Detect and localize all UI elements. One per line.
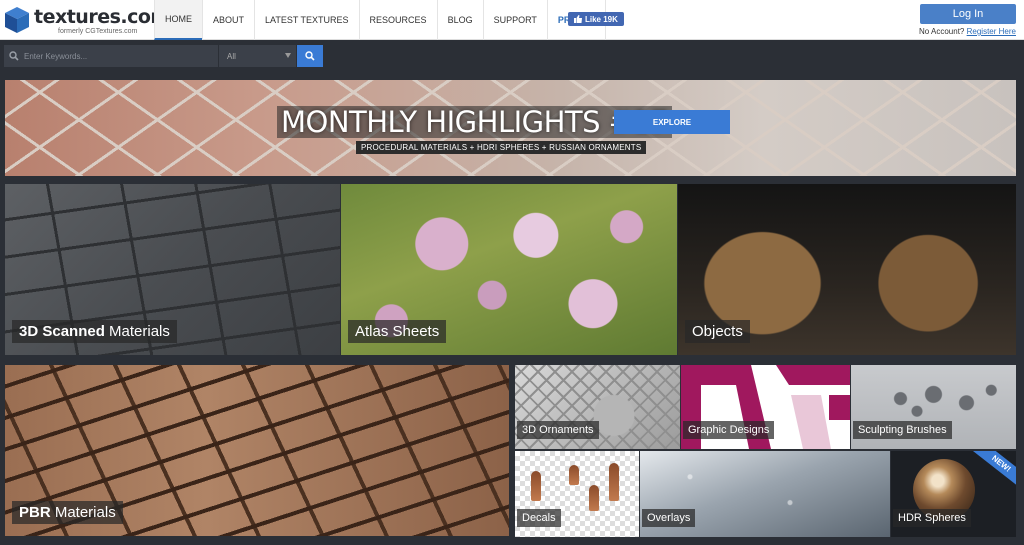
- tile-3d-scanned-materials[interactable]: 3D Scanned Materials: [5, 184, 340, 355]
- nav-blog[interactable]: BLOG: [436, 0, 483, 40]
- tile-label: 3D Ornaments: [517, 421, 599, 439]
- top-navbar: textures.com formerly CGTextures.com HOM…: [0, 0, 1024, 40]
- tile-label: Overlays: [642, 509, 696, 527]
- nav-about[interactable]: ABOUT: [202, 0, 254, 40]
- decal-drip-graphic: [609, 463, 619, 501]
- decal-drip-graphic: [569, 465, 579, 485]
- decal-drip-graphic: [531, 471, 541, 501]
- tile-graphic-designs[interactable]: Graphic Designs: [681, 365, 850, 449]
- tile-3d-ornaments[interactable]: 3D Ornaments: [515, 365, 680, 449]
- logo-text: textures.com: [34, 6, 170, 28]
- monthly-highlights-banner[interactable]: MONTHLY HIGHLIGHTS #17 PROCEDURAL MATERI…: [5, 80, 1016, 176]
- main-nav: HOME ABOUT LATEST TEXTURES RESOURCES BLO…: [154, 0, 607, 40]
- facebook-like-label: Like 19K: [585, 14, 618, 24]
- register-prompt: No Account? Register Here: [919, 27, 1016, 36]
- facebook-like-button[interactable]: Like 19K: [568, 12, 624, 26]
- cube-logo-icon: [5, 7, 29, 33]
- no-account-text: No Account?: [919, 27, 965, 36]
- hero-subtitle: PROCEDURAL MATERIALS + HDRI SPHERES + RU…: [356, 141, 647, 154]
- tile-objects[interactable]: Objects: [678, 184, 1016, 355]
- tile-pbr-materials[interactable]: PBR Materials: [5, 365, 509, 536]
- login-button[interactable]: Log In: [920, 4, 1016, 24]
- explore-button[interactable]: EXPLORE: [614, 110, 730, 134]
- search-button-icon: [305, 51, 315, 61]
- category-select-value: All: [227, 51, 236, 61]
- tile-label-rest: Materials: [50, 504, 116, 521]
- search-field-wrapper: [4, 45, 218, 67]
- tile-label: Graphic Designs: [683, 421, 775, 439]
- nav-support[interactable]: SUPPORT: [482, 0, 547, 40]
- tile-label: HDR Spheres: [893, 509, 971, 527]
- search-icon: [4, 45, 24, 67]
- tile-sculpting-brushes[interactable]: Sculpting Brushes: [851, 365, 1016, 449]
- tile-label: Decals: [517, 509, 561, 527]
- nav-home[interactable]: HOME: [154, 0, 202, 40]
- tile-hdr-spheres[interactable]: NEW! HDR Spheres: [891, 451, 1016, 537]
- tile-label: PBR Materials: [12, 501, 123, 524]
- tile-label: Atlas Sheets: [348, 320, 447, 343]
- logo-subtext: formerly CGTextures.com: [58, 28, 138, 35]
- tile-label-bold: 3D Scanned: [19, 323, 105, 340]
- tile-label-bold: PBR: [19, 504, 51, 521]
- thumbs-up-icon: [574, 15, 582, 23]
- tile-label: Objects: [685, 320, 750, 343]
- decal-drip-graphic: [589, 485, 599, 511]
- tile-label: 3D Scanned Materials: [12, 320, 177, 343]
- chevron-down-icon: [285, 53, 291, 58]
- tile-label: Sculpting Brushes: [853, 421, 952, 439]
- search-bar: All: [0, 40, 1024, 72]
- search-input[interactable]: [24, 45, 218, 67]
- nav-latest-textures[interactable]: LATEST TEXTURES: [254, 0, 359, 40]
- tile-overlays[interactable]: Overlays: [640, 451, 890, 537]
- search-submit-button[interactable]: [297, 45, 323, 67]
- new-badge: NEW!: [969, 451, 1016, 492]
- nav-resources[interactable]: RESOURCES: [358, 0, 437, 40]
- site-logo[interactable]: textures.com formerly CGTextures.com: [4, 4, 170, 38]
- tile-label-rest: Materials: [104, 323, 170, 340]
- register-link[interactable]: Register Here: [967, 27, 1016, 36]
- tile-decals[interactable]: Decals: [515, 451, 639, 537]
- tile-atlas-sheets[interactable]: Atlas Sheets: [341, 184, 677, 355]
- category-select[interactable]: All: [219, 45, 296, 67]
